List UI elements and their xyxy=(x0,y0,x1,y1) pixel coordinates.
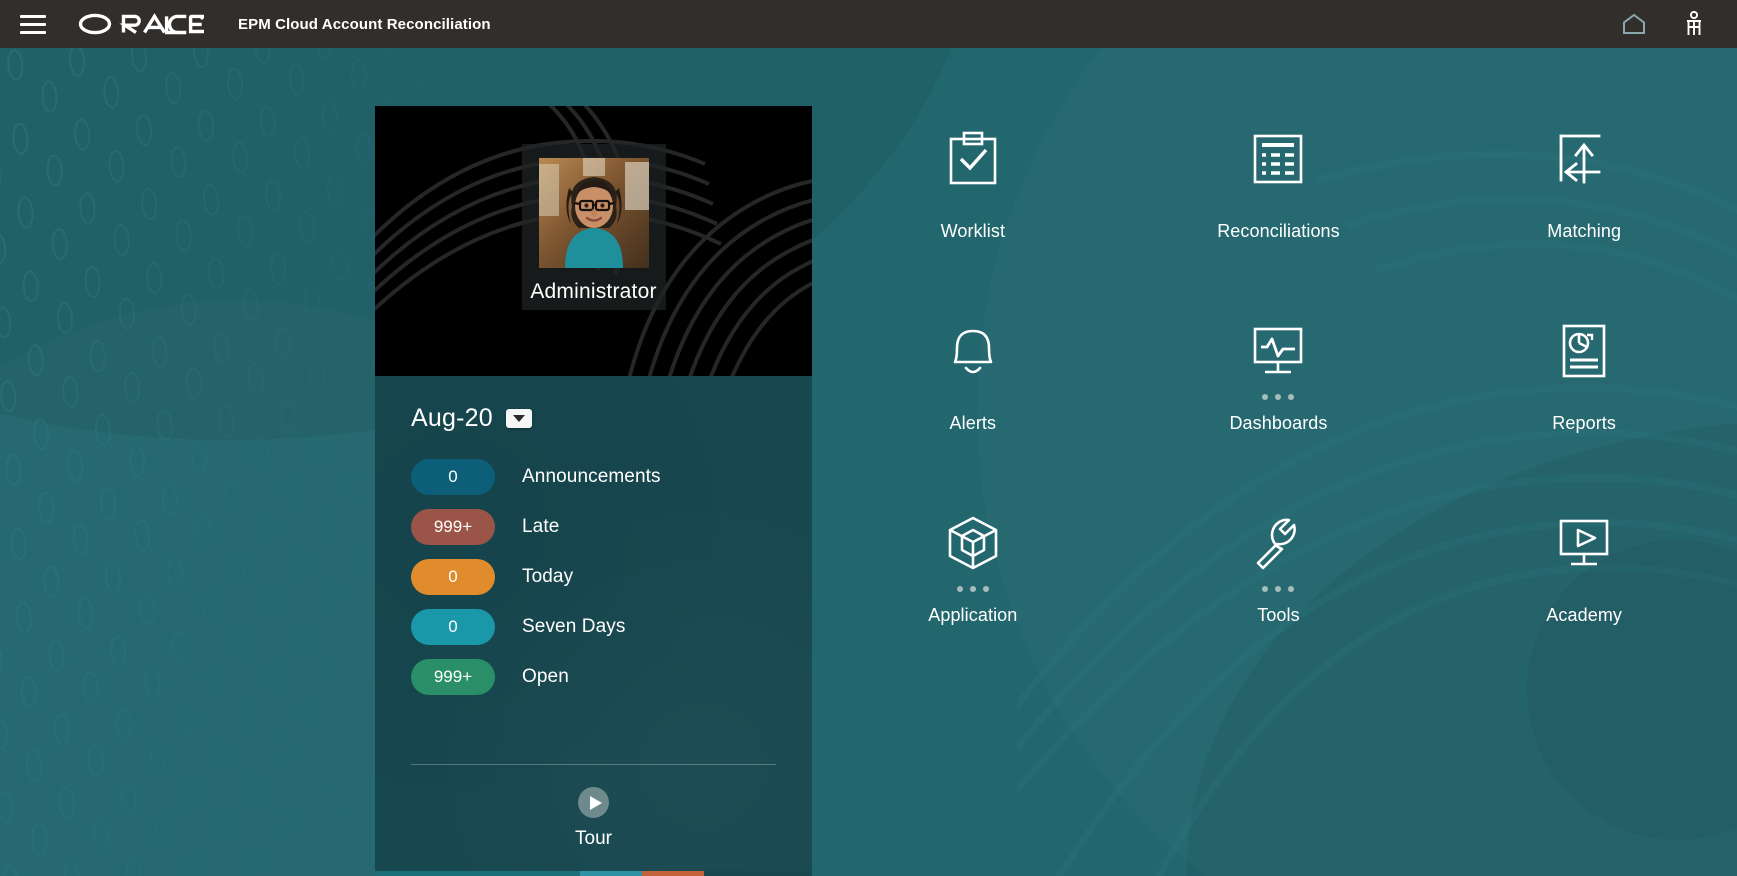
page-title: EPM Cloud Account Reconciliation xyxy=(238,15,491,33)
oracle-wordmark-icon xyxy=(78,13,204,35)
progress-segment xyxy=(580,871,642,876)
wrench-icon xyxy=(1245,510,1311,576)
submenu-dots-icon xyxy=(1262,582,1295,596)
submenu-dots-icon xyxy=(956,582,989,596)
avatar[interactable]: Administrator xyxy=(521,144,666,310)
progress-segment xyxy=(375,871,580,876)
nav-tile-label: Tools xyxy=(1257,605,1300,625)
nav-tile-label: Application xyxy=(928,605,1018,625)
status-label: Seven Days xyxy=(522,616,626,637)
nav-tile-label: Academy xyxy=(1546,605,1623,625)
monitor-chart-icon xyxy=(1245,318,1311,384)
user-avatar-photo xyxy=(538,158,649,268)
status-label: Announcements xyxy=(522,466,661,487)
nav-tile-label: Reconciliations xyxy=(1217,221,1340,241)
app-root: EPM Cloud Account Reconciliation Adminis… xyxy=(0,0,1737,876)
hamburger-menu-icon[interactable] xyxy=(6,0,60,48)
submenu-dots-icon xyxy=(1262,198,1294,212)
nav-tile-dashboards[interactable]: Dashboards xyxy=(1126,318,1432,510)
nav-tile-label: Reports xyxy=(1552,413,1617,433)
accessibility-person-icon[interactable] xyxy=(1677,7,1711,41)
period-selector[interactable]: Aug-20 xyxy=(411,404,776,433)
chevron-down-icon[interactable] xyxy=(505,409,532,428)
topbar-actions xyxy=(1617,7,1737,41)
nav-tile-label: Dashboards xyxy=(1229,413,1328,433)
tour-button[interactable]: Tour xyxy=(411,765,776,876)
nav-tile-label: Worklist xyxy=(940,221,1006,241)
status-badge: 0 xyxy=(411,459,495,495)
period-label: Aug-20 xyxy=(411,404,493,432)
home-icon[interactable] xyxy=(1617,7,1651,41)
status-badge: 0 xyxy=(411,609,495,645)
status-row-open[interactable]: 999+ Open xyxy=(411,659,776,695)
status-row-today[interactable]: 0 Today xyxy=(411,559,776,595)
status-badge: 999+ xyxy=(411,659,495,695)
navigation-tile-grid: Worklist Reconciliations Matching Alerts… xyxy=(812,48,1737,876)
submenu-dots-icon xyxy=(957,198,989,212)
status-row-announcements[interactable]: 0 Announcements xyxy=(411,459,776,495)
nav-tile-academy[interactable]: Academy xyxy=(1431,510,1737,702)
status-label: Today xyxy=(522,566,574,587)
nav-tile-label: Alerts xyxy=(949,413,997,433)
user-name: Administrator xyxy=(530,280,657,303)
progress-strip xyxy=(375,871,812,876)
user-card-body: Aug-20 0 Announcements 999+ Late 0 Today xyxy=(375,376,812,876)
top-navigation-bar: EPM Cloud Account Reconciliation xyxy=(0,0,1737,48)
user-card-banner: Administrator xyxy=(375,106,812,376)
status-row-seven-days[interactable]: 0 Seven Days xyxy=(411,609,776,645)
status-row-late[interactable]: 999+ Late xyxy=(411,509,776,545)
status-label: Late xyxy=(522,516,560,537)
monitor-play-icon xyxy=(1551,510,1617,576)
nav-tile-alerts[interactable]: Alerts xyxy=(820,318,1126,510)
match-arrows-icon xyxy=(1551,126,1617,192)
status-summary-list: 0 Announcements 999+ Late 0 Today 0 Seve… xyxy=(411,459,776,709)
tour-label: Tour xyxy=(575,828,612,849)
nav-tile-matching[interactable]: Matching xyxy=(1431,126,1737,318)
progress-segment xyxy=(642,871,704,876)
status-badge: 0 xyxy=(411,559,495,595)
oracle-logo[interactable] xyxy=(78,13,204,35)
play-circle-icon xyxy=(578,787,609,818)
submenu-dots-icon xyxy=(1568,198,1600,212)
nav-tile-reports[interactable]: Reports xyxy=(1431,318,1737,510)
bell-icon xyxy=(940,318,1006,384)
status-badge: 999+ xyxy=(411,509,495,545)
nav-tile-reconciliations[interactable]: Reconciliations xyxy=(1126,126,1432,318)
document-pie-icon xyxy=(1551,318,1617,384)
user-summary-card: Administrator Aug-20 0 Announcements 999… xyxy=(375,106,812,876)
progress-segment xyxy=(704,871,812,876)
cube-box-icon xyxy=(940,510,1006,576)
nav-tile-tools[interactable]: Tools xyxy=(1126,510,1432,702)
submenu-dots-icon xyxy=(957,390,989,404)
submenu-dots-icon xyxy=(1262,390,1295,404)
submenu-dots-icon xyxy=(1568,390,1600,404)
list-table-icon xyxy=(1245,126,1311,192)
status-label: Open xyxy=(522,666,569,687)
nav-tile-label: Matching xyxy=(1547,221,1622,241)
nav-tile-application[interactable]: Application xyxy=(820,510,1126,702)
nav-tile-worklist[interactable]: Worklist xyxy=(820,126,1126,318)
submenu-dots-icon xyxy=(1568,582,1600,596)
clipboard-check-icon xyxy=(940,126,1006,192)
